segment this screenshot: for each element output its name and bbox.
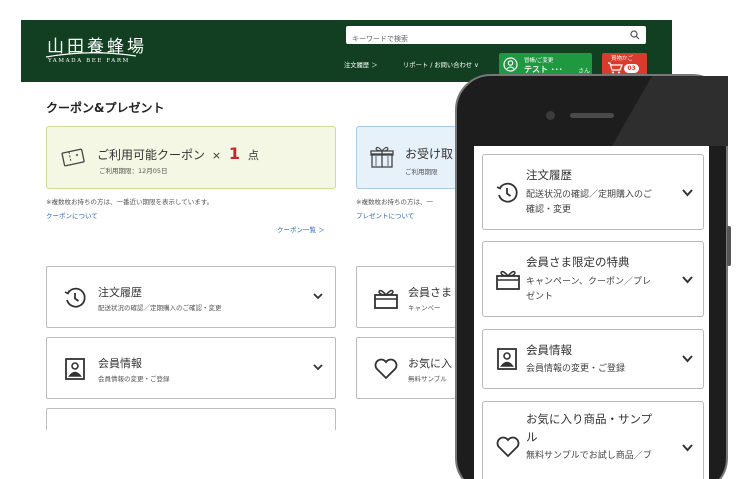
chevron-down-icon — [682, 189, 693, 197]
clock-history-icon — [64, 287, 86, 308]
front-camera — [546, 111, 555, 120]
cart-button[interactable]: 買物かご 03 — [602, 53, 647, 76]
nav-order-history[interactable]: 注文履歴 ＞ — [344, 60, 378, 69]
coupon-about-link[interactable]: クーポンについて — [46, 210, 98, 220]
cart-count-badge: 03 — [624, 64, 639, 73]
coupon-list-link[interactable]: クーポン一覧 ＞ — [277, 224, 325, 234]
menu-card-member-benefits[interactable]: 会員さま キャンペー — [356, 266, 456, 328]
user-avatar-icon — [503, 57, 518, 72]
heart-icon — [374, 358, 398, 380]
smartphone-frame: 注文履歴 配送状況の確認／定期購入のご 確認・変更 会員さま限定の特典 キャンペ… — [455, 74, 731, 479]
menu-title: 会員さま — [408, 286, 452, 299]
mobile-card-sub: 無料サンプルでお試し商品／ブ — [526, 451, 652, 461]
mobile-card-title: 会員情報 — [526, 343, 572, 357]
menu-sub: 配送状況の確認／定期購入のご確認・変更 — [98, 304, 222, 312]
menu-title: 注文履歴 — [98, 286, 142, 299]
page-title: クーポン&プレゼント — [46, 101, 165, 115]
cart-icon — [608, 62, 623, 74]
search-box[interactable] — [346, 26, 646, 48]
present-title: お受け取 — [405, 147, 454, 161]
coupon-count: 1 — [228, 144, 241, 163]
menu-card-member-info[interactable]: 会員情報 会員情報の変更・ご登録 — [46, 337, 336, 399]
mobile-card-title: 注文履歴 — [526, 168, 572, 182]
coupon-card[interactable]: ご利用可能クーポン × 1 点 ご利用期限：12月05日 — [46, 126, 336, 189]
gift-box-icon — [496, 270, 520, 290]
earpiece — [570, 113, 614, 118]
menu-card-favorites[interactable]: お気に入 無料サンプル — [356, 337, 456, 399]
cart-label: 買物かご — [611, 56, 634, 62]
clock-history-icon — [496, 182, 518, 203]
mobile-card-member-info[interactable]: 会員情報 会員情報の変更・ご登録 — [482, 329, 704, 389]
gift-box-icon — [374, 289, 398, 309]
mobile-card-title: お気に入り商品・サンプ — [526, 412, 653, 426]
menu-title: 会員情報 — [98, 357, 142, 370]
screen-glare — [612, 76, 728, 146]
mobile-card-favorites[interactable]: お気に入り商品・サンプ ル 無料サンプルでお試し商品／ブ — [482, 401, 704, 479]
mobile-card-sub: 会員情報の変更・ご登録 — [526, 364, 626, 374]
coupon-title-label: ご利用可能クーポン — [97, 148, 206, 162]
nav-support[interactable]: リポート / お問い合わせ ∨ — [403, 60, 479, 69]
chevron-down-icon — [313, 293, 323, 300]
logo-subtitle: YAMADA BEE FARM — [48, 58, 130, 64]
menu-sub: 会員情報の変更・ご登録 — [98, 375, 170, 383]
coupon-unit: 点 — [247, 149, 259, 162]
member-label: 冒帳/ご変更 — [524, 58, 554, 64]
mobile-card-title: 会員さま限定の特典 — [526, 255, 630, 269]
gift-icon — [370, 146, 394, 168]
member-card-icon — [497, 348, 517, 370]
present-card[interactable]: お受け取 ご利用期限 — [356, 126, 466, 189]
chevron-down-icon — [682, 444, 693, 452]
search-icon[interactable] — [630, 30, 640, 40]
member-card-icon — [65, 358, 85, 380]
coupon-expiry: ご利用期限：12月05日 — [99, 167, 168, 175]
coupon-title: ご利用可能クーポン × 1 点 — [97, 144, 259, 163]
mobile-card-sub: ゼント — [526, 292, 554, 302]
present-sub: ご利用期限 — [405, 168, 438, 176]
member-button[interactable]: 冒帳/ご変更 テスト ･･･ さん — [499, 53, 592, 76]
phone-screen: 注文履歴 配送状況の確認／定期購入のご 確認・変更 会員さま限定の特典 キャンペ… — [474, 146, 709, 479]
mobile-card-sub: キャンペーン、クーポン／プレ — [526, 277, 652, 287]
mobile-card-sub: 配送状況の確認／定期購入のご — [526, 190, 653, 200]
chevron-down-icon — [313, 364, 323, 371]
menu-card-partial[interactable] — [46, 408, 336, 430]
present-about-link[interactable]: プレゼントについて — [356, 210, 414, 220]
chevron-down-icon — [682, 276, 693, 284]
site-header: 山田養蜂場 YAMADA BEE FARM 注文履歴 ＞ リポート / お問い合… — [21, 20, 672, 82]
mobile-card-title: ル — [526, 430, 538, 444]
coupon-times: × — [211, 149, 222, 162]
present-note: ※複数枚お持ちの方は、一 — [356, 198, 433, 206]
search-input[interactable] — [346, 30, 616, 48]
menu-card-order-history[interactable]: 注文履歴 配送状況の確認／定期購入のご確認・変更 — [46, 266, 336, 328]
coupon-ticket-icon — [61, 148, 85, 167]
menu-sub: キャンペー — [408, 304, 441, 312]
mobile-card-order-history[interactable]: 注文履歴 配送状況の確認／定期購入のご 確認・変更 — [482, 154, 704, 230]
menu-sub: 無料サンプル — [408, 375, 447, 383]
menu-title: お気に入 — [408, 357, 452, 370]
mobile-card-sub: 確認・変更 — [526, 205, 572, 215]
side-button — [727, 226, 731, 266]
heart-icon — [496, 436, 520, 458]
coupon-note: ※複数枚お持ちの方は、一番近い期限を表示しています。 — [46, 198, 214, 206]
mobile-card-member-benefits[interactable]: 会員さま限定の特典 キャンペーン、クーポン／プレ ゼント — [482, 241, 704, 317]
chevron-down-icon — [682, 355, 693, 363]
